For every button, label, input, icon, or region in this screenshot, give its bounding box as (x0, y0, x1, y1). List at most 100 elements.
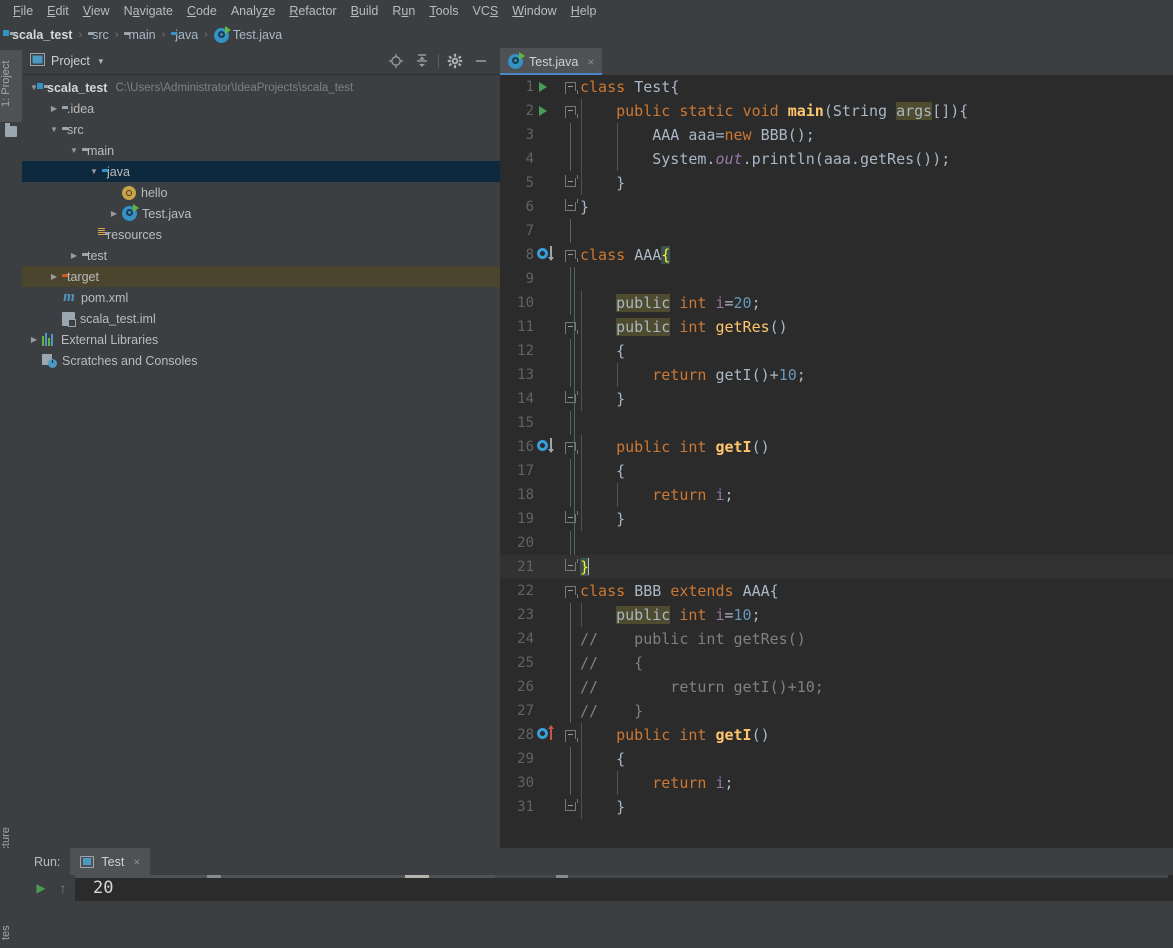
chevron-right-icon[interactable]: ▶ (106, 209, 122, 218)
code-line[interactable]: 26 // return getI()+10; (500, 675, 1173, 699)
code-line[interactable]: 1 class Test{ (500, 75, 1173, 99)
editor-gutter[interactable] (534, 99, 580, 123)
tree-node-resources[interactable]: resources (22, 224, 500, 245)
code-line[interactable]: 10 public int i=20; (500, 291, 1173, 315)
tree-node-src[interactable]: ▼ src (22, 119, 500, 140)
close-icon[interactable]: × (587, 55, 594, 69)
tree-node-main[interactable]: ▼ main (22, 140, 500, 161)
editor-gutter[interactable] (534, 75, 580, 99)
collapse-all-icon[interactable] (414, 53, 430, 69)
menu-item-tools[interactable]: Tools (422, 1, 465, 21)
code-line[interactable]: 28 public int getI() (500, 723, 1173, 747)
chevron-down-icon[interactable]: ▼ (66, 146, 82, 155)
rail-button-favorites[interactable]: tes (0, 918, 22, 948)
tree-node-scala_test[interactable]: ▼ scala_test C:\Users\Administrator\IdeaPr… (22, 77, 500, 98)
editor-gutter[interactable] (534, 699, 580, 723)
editor-gutter[interactable] (534, 771, 580, 795)
code-line[interactable]: 5 } (500, 171, 1173, 195)
editor-gutter[interactable] (534, 339, 580, 363)
menu-item-view[interactable]: View (76, 1, 117, 21)
tree-node--idea[interactable]: ▶ .idea (22, 98, 500, 119)
code-line[interactable]: 3 AAA aaa=new BBB(); (500, 123, 1173, 147)
code-line[interactable]: 9 (500, 267, 1173, 291)
code-line[interactable]: 18 return i; (500, 483, 1173, 507)
editor-gutter[interactable] (534, 483, 580, 507)
code-line[interactable]: 31 } (500, 795, 1173, 819)
code-line[interactable]: 14 } (500, 387, 1173, 411)
menu-item-file[interactable]: File (6, 1, 40, 21)
code-line[interactable]: 15 (500, 411, 1173, 435)
editor-gutter[interactable] (534, 603, 580, 627)
chevron-right-icon[interactable]: ▶ (46, 104, 62, 113)
tree-node-scratches-and-consoles[interactable]: Scratches and Consoles (22, 350, 500, 371)
code-line[interactable]: 29 { (500, 747, 1173, 771)
code-line[interactable]: 11 public int getRes() (500, 315, 1173, 339)
editor-gutter[interactable] (534, 171, 580, 195)
console-horizontal-scrollbar[interactable] (75, 875, 1168, 878)
breadcrumb-item-java[interactable]: java (171, 28, 198, 42)
editor-gutter[interactable] (534, 459, 580, 483)
menu-item-code[interactable]: Code (180, 1, 224, 21)
rerun-icon[interactable]: ▶ (30, 881, 52, 895)
tree-node-scala_test-iml[interactable]: scala_test.iml (22, 308, 500, 329)
editor-gutter[interactable] (534, 435, 580, 459)
breadcrumb-item-scala_test[interactable]: scala_test (8, 28, 72, 42)
fold-collapse-icon[interactable] (565, 559, 578, 573)
overriding-method-icon[interactable] (537, 728, 548, 739)
fold-expand-icon[interactable] (565, 106, 578, 118)
chevron-right-icon[interactable]: ▶ (46, 272, 62, 281)
fold-expand-icon[interactable] (565, 730, 578, 742)
editor-gutter[interactable] (534, 675, 580, 699)
run-tab-test[interactable]: Test × (70, 848, 151, 875)
code-line[interactable]: 16 public int getI() (500, 435, 1173, 459)
menu-item-window[interactable]: Window (505, 1, 563, 21)
editor-gutter[interactable] (534, 555, 580, 579)
editor-gutter[interactable] (534, 315, 580, 339)
editor-gutter[interactable] (534, 651, 580, 675)
editor-gutter[interactable] (534, 387, 580, 411)
editor-gutter[interactable] (534, 363, 580, 387)
run-gutter-icon[interactable] (539, 82, 547, 92)
editor-gutter[interactable] (534, 723, 580, 747)
tree-node-target[interactable]: ▶ target (22, 266, 500, 287)
rail-button-project[interactable]: 1: Project (0, 50, 22, 122)
breadcrumb-item-main[interactable]: main (124, 28, 155, 42)
implemented-method-icon[interactable] (537, 248, 548, 259)
chevron-right-icon[interactable]: ▶ (26, 335, 42, 344)
tree-node-hello[interactable]: hello (22, 182, 500, 203)
menu-item-navigate[interactable]: Navigate (117, 1, 180, 21)
chevron-down-icon[interactable]: ▼ (97, 57, 105, 66)
close-icon[interactable]: × (133, 855, 140, 869)
fold-expand-icon[interactable] (565, 586, 578, 598)
code-line[interactable]: 17 { (500, 459, 1173, 483)
tree-node-external-libraries[interactable]: ▶ External Libraries (22, 329, 500, 350)
code-line[interactable]: 6} (500, 195, 1173, 219)
editor-gutter[interactable] (534, 147, 580, 171)
editor-gutter[interactable] (534, 195, 580, 219)
breadcrumb-item-test-java[interactable]: Test.java (213, 25, 282, 43)
editor-gutter[interactable] (534, 291, 580, 315)
menu-item-vcs[interactable]: VCS (466, 1, 506, 21)
editor-gutter[interactable] (534, 267, 580, 291)
code-line[interactable]: 20 (500, 531, 1173, 555)
editor-gutter[interactable] (534, 411, 580, 435)
fold-expand-icon[interactable] (565, 82, 578, 94)
editor-gutter[interactable] (534, 123, 580, 147)
project-tree[interactable]: ▼ scala_test C:\Users\Administrator\IdeaPr… (22, 75, 500, 848)
chevron-down-icon[interactable]: ▼ (46, 125, 62, 134)
code-line[interactable]: 27 // } (500, 699, 1173, 723)
tree-node-java[interactable]: ▼ java (22, 161, 500, 182)
code-line[interactable]: 21} (500, 555, 1173, 579)
code-editor[interactable]: 1 class Test{2 public static void main(St… (500, 75, 1173, 848)
fold-collapse-icon[interactable] (565, 799, 578, 813)
editor-gutter[interactable] (534, 243, 580, 267)
editor-gutter[interactable] (534, 627, 580, 651)
code-line[interactable]: 4 System.out.println(aaa.getRes()); (500, 147, 1173, 171)
menu-item-refactor[interactable]: Refactor (282, 1, 343, 21)
editor-tab-test-java[interactable]: Test.java × (500, 48, 603, 75)
menu-item-help[interactable]: Help (564, 1, 604, 21)
editor-gutter[interactable] (534, 795, 580, 819)
tree-node-test[interactable]: ▶ test (22, 245, 500, 266)
code-line[interactable]: 23 public int i=10; (500, 603, 1173, 627)
code-line[interactable]: 30 return i; (500, 771, 1173, 795)
